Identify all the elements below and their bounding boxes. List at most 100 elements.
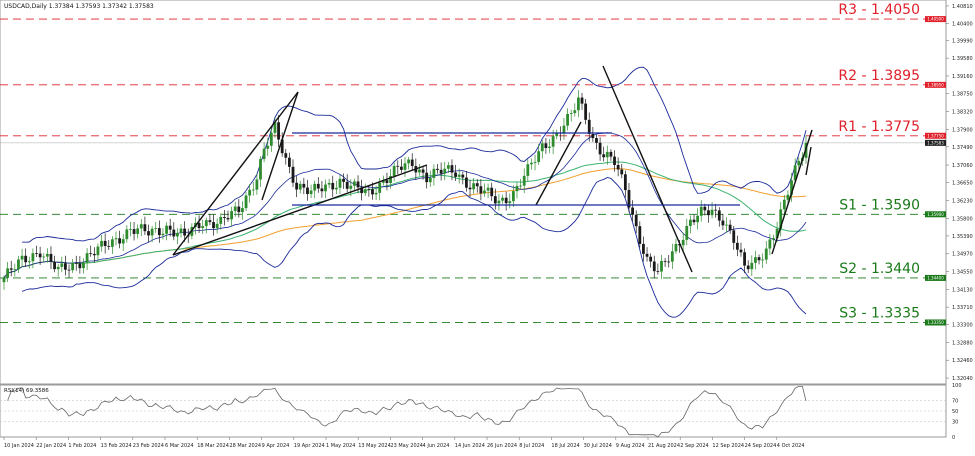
bear-candle <box>638 226 642 244</box>
bear-candle <box>287 157 291 167</box>
bear-candle <box>320 188 324 192</box>
bear-candle <box>598 142 602 155</box>
bear-candle <box>35 253 38 255</box>
bull-candle <box>71 262 75 271</box>
bear-candle <box>721 220 725 226</box>
bull-candle <box>334 187 338 190</box>
date-label: 12 Sep 2024 <box>712 443 744 449</box>
date-label: 13 May 2024 <box>358 443 391 449</box>
chart-window: R3 - 1.4050 1.40500 R2 - 1.3895 1.38950 R1 -… <box>0 0 975 452</box>
bull-candle <box>255 179 259 190</box>
bull-candle <box>150 228 154 236</box>
bear-candle <box>479 186 483 194</box>
bear-candle <box>74 262 78 264</box>
bull-candle <box>110 239 114 247</box>
usdcad-daily-chart[interactable]: R3 - 1.4050 1.40500 R2 - 1.3895 1.38950 R1 -… <box>0 0 975 452</box>
current-price-tag-text: 1.37583 <box>927 140 944 145</box>
bull-candle <box>259 159 262 180</box>
r2-price-tag-text: 1.38950 <box>927 82 944 87</box>
bear-candle <box>656 271 660 272</box>
bull-candle <box>605 151 609 158</box>
price-tick-label: 1.40810 <box>952 4 973 10</box>
bull-candle <box>338 178 342 188</box>
bear-candle <box>602 154 606 158</box>
bear-candle <box>454 172 457 177</box>
bull-candle <box>96 246 100 256</box>
bear-candle <box>645 253 649 257</box>
bear-candle <box>78 263 82 269</box>
date-label: 2 Sep 2024 <box>680 443 709 449</box>
bull-candle <box>248 189 252 196</box>
bear-candle <box>649 256 653 262</box>
bull-candle <box>754 257 757 263</box>
bear-candle <box>642 243 645 254</box>
date-label: 10 Jan 2024 <box>4 443 34 449</box>
bull-candle <box>230 211 233 220</box>
date-label: 22 Jan 2024 <box>36 443 66 449</box>
bear-candle <box>183 228 187 236</box>
bear-candle <box>468 187 472 190</box>
bull-candle <box>353 181 356 186</box>
date-label: 30 Jul 2024 <box>584 443 612 449</box>
price-tick-label: 1.34550 <box>952 270 973 276</box>
bull-candle <box>125 229 129 240</box>
bull-candle <box>179 228 183 233</box>
bull-candle <box>674 243 678 252</box>
bear-candle <box>222 217 226 218</box>
bear-candle <box>757 257 761 261</box>
bear-candle <box>168 225 172 230</box>
rsi-axis-label: 70 <box>952 399 958 405</box>
bull-candle <box>681 239 685 246</box>
bull-candle <box>215 223 219 229</box>
bull-candle <box>378 182 382 193</box>
bull-candle <box>324 184 327 192</box>
price-tick-label: 1.35800 <box>952 217 973 223</box>
bear-candle <box>634 214 638 227</box>
bear-candle <box>616 165 620 170</box>
bull-candle <box>710 209 714 216</box>
s3-label: S3 - 1.3335 <box>839 305 920 321</box>
bull-candle <box>121 239 125 244</box>
bear-candle <box>631 207 634 215</box>
bull-candle <box>139 224 143 229</box>
bull-candle <box>204 220 208 227</box>
bear-candle <box>49 253 53 262</box>
bear-candle <box>284 153 288 158</box>
bear-candle <box>172 229 176 237</box>
bull-candle <box>6 268 10 278</box>
bear-candle <box>89 253 93 254</box>
date-label: 8 Jul 2024 <box>519 443 544 449</box>
bear-candle <box>143 224 147 232</box>
bull-candle <box>688 219 692 226</box>
bear-candle <box>475 183 479 187</box>
date-label: 1 Feb 2024 <box>68 443 96 449</box>
bull-candle <box>768 239 772 249</box>
rsi-label: RSI(14) 69.3586 <box>4 388 49 394</box>
bear-candle <box>197 222 201 229</box>
bear-candle <box>609 151 613 157</box>
bull-candle <box>17 259 20 270</box>
bull-candle <box>699 206 703 216</box>
bear-candle <box>295 182 299 190</box>
bear-candle <box>620 169 624 175</box>
price-tick-label: 1.38320 <box>952 110 973 116</box>
bear-candle <box>707 210 710 216</box>
bull-candle <box>772 238 775 240</box>
bull-candle <box>540 143 544 152</box>
bear-candle <box>490 187 494 197</box>
bear-candle <box>714 209 718 211</box>
bull-candle <box>2 277 6 283</box>
date-label: 19 Apr 2024 <box>294 443 325 449</box>
bear-candle <box>591 133 595 139</box>
bull-candle <box>537 151 541 162</box>
bull-candle <box>522 175 526 186</box>
bull-candle <box>269 132 273 146</box>
bull-candle <box>526 164 530 176</box>
s3-price-tag-text: 1.33350 <box>927 320 944 325</box>
bear-candle <box>439 169 443 174</box>
bull-candle <box>497 200 501 204</box>
bull-candle <box>428 177 432 183</box>
price-tick-label: 1.37490 <box>952 145 973 151</box>
bear-candle <box>53 261 56 270</box>
bull-candle <box>569 113 573 114</box>
